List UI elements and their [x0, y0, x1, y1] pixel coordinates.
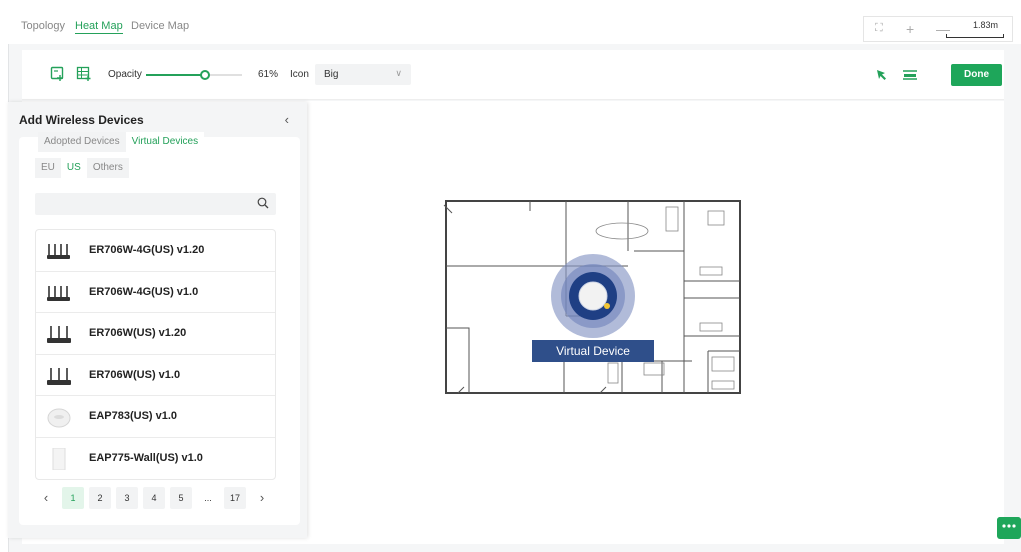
page-1[interactable]: 1	[62, 487, 84, 509]
scale-bar	[946, 34, 1004, 38]
zoom-in-icon[interactable]: +	[906, 21, 914, 37]
list-item[interactable]: EAP783(US) v1.0	[36, 396, 275, 438]
opacity-value: 61%	[258, 69, 279, 80]
device-type-tabs: Adopted Devices Virtual Devices	[38, 132, 205, 152]
region-others[interactable]: Others	[87, 158, 129, 178]
pagination: ‹ 1 2 3 4 5 ... 17 ›	[35, 487, 278, 509]
search-icon[interactable]	[257, 197, 269, 209]
prev-page-icon[interactable]: ‹	[35, 487, 57, 509]
page-ellipsis: ...	[204, 493, 212, 503]
router-4-antenna-icon	[47, 244, 70, 259]
opacity-label: Opacity	[108, 69, 142, 80]
device-search-input[interactable]	[35, 193, 276, 215]
chevron-down-icon: ∨	[395, 68, 402, 78]
measure-icon[interactable]	[902, 67, 918, 83]
tab-virtual-devices[interactable]: Virtual Devices	[125, 132, 205, 152]
router-3-antenna-icon	[47, 367, 71, 385]
chevron-left-icon[interactable]: ‹	[285, 112, 289, 127]
page-4[interactable]: 4	[143, 487, 165, 509]
device-name: ER706W-4G(US) v1.20	[89, 244, 205, 256]
device-list: ER706W-4G(US) v1.20 ER706W-4G(US) v1.0 E…	[35, 229, 276, 480]
scale-label: 1.83m	[972, 20, 998, 30]
device-name: ER706W-4G(US) v1.0	[89, 285, 199, 298]
list-item[interactable]: ER706W-4G(US) v1.0	[36, 272, 275, 313]
ceiling-ap-icon	[47, 408, 71, 428]
device-name: EAP783(US) v1.0	[89, 410, 178, 422]
add-wall-icon[interactable]	[76, 66, 92, 82]
list-item[interactable]: ER706W-4G(US) v1.20	[36, 230, 275, 272]
opacity-slider[interactable]	[146, 70, 242, 80]
tab-adopted-devices[interactable]: Adopted Devices	[38, 132, 126, 152]
wall-ap-icon	[52, 447, 66, 470]
opacity-slider-fill	[146, 74, 205, 76]
select-pointer-icon[interactable]	[874, 67, 890, 83]
list-item[interactable]: EAP775-Wall(US) v1.0	[36, 438, 275, 480]
add-area-icon[interactable]	[50, 66, 66, 82]
list-item[interactable]: ER706W(US) v1.0	[36, 355, 275, 396]
tab-heat-map[interactable]: Heat Map	[75, 20, 123, 34]
device-name: ER706W(US) v1.0	[89, 368, 181, 381]
icon-size-value: Big	[324, 69, 339, 80]
page-2[interactable]: 2	[89, 487, 111, 509]
panel-title: Add Wireless Devices	[19, 113, 144, 127]
router-4-antenna-icon	[47, 285, 70, 301]
region-tabs: EU US Others	[35, 158, 129, 178]
device-name: ER706W(US) v1.20	[89, 327, 187, 339]
page-5[interactable]: 5	[170, 487, 192, 509]
tab-device-map[interactable]: Device Map	[131, 20, 189, 32]
heatmap-toolbar: Opacity 61% Icon Big ∨ Done	[22, 50, 1004, 100]
next-page-icon[interactable]: ›	[251, 487, 273, 509]
tab-topology[interactable]: Topology	[21, 20, 65, 32]
page-3[interactable]: 3	[116, 487, 138, 509]
tab-bar: Topology Heat Map Device Map ⛶ + — 1.83m	[8, 8, 1021, 44]
page-17[interactable]: 17	[224, 487, 246, 509]
icon-size-label: Icon	[290, 69, 309, 80]
region-eu[interactable]: EU	[35, 158, 61, 178]
icon-size-select[interactable]: Big ∨	[315, 64, 411, 85]
opacity-slider-handle[interactable]	[199, 70, 210, 80]
virtual-device-label[interactable]: Virtual Device	[532, 340, 654, 362]
heat-coverage	[551, 254, 635, 338]
zoom-controls: ⛶ + — 1.83m	[863, 16, 1013, 42]
device-name: EAP775-Wall(US) v1.0	[89, 451, 203, 464]
fullscreen-icon[interactable]: ⛶	[875, 22, 883, 35]
list-item[interactable]: ER706W(US) v1.20	[36, 313, 275, 355]
chat-icon[interactable]	[997, 517, 1021, 539]
router-3-antenna-icon	[47, 326, 71, 343]
done-button[interactable]: Done	[951, 64, 1002, 86]
region-us[interactable]: US	[60, 158, 87, 178]
